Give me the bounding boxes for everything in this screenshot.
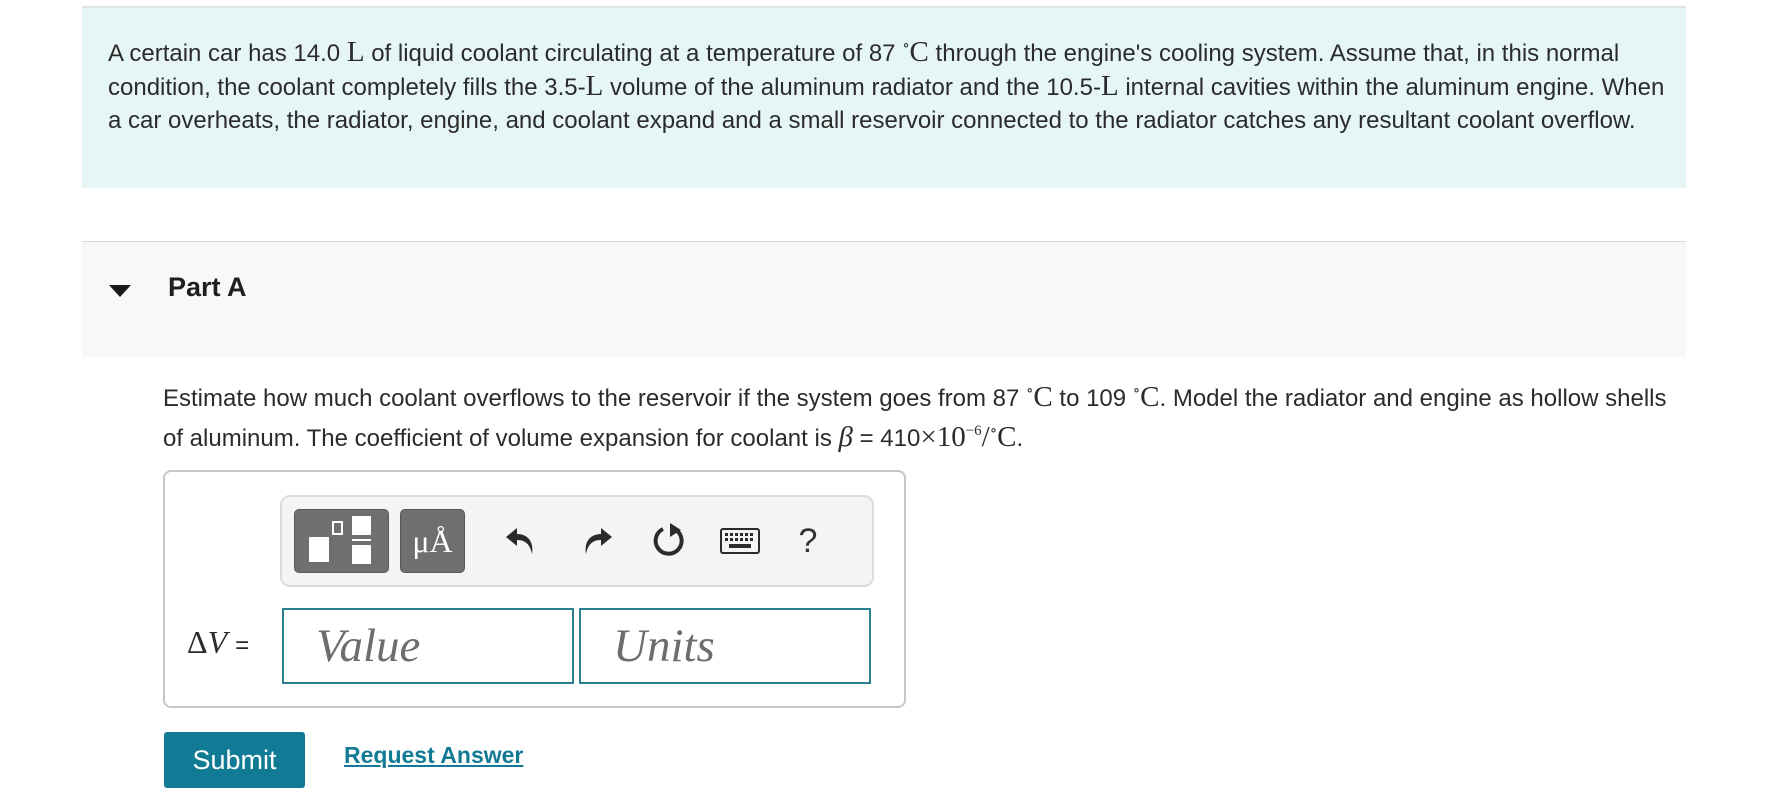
keyboard-icon — [720, 528, 760, 554]
submit-button[interactable]: Submit — [164, 732, 305, 788]
part-a-header[interactable]: Part A — [82, 241, 1686, 357]
problem-statement-panel: A certain car has 14.0 L of liquid coola… — [82, 6, 1686, 188]
question-text: Estimate how much coolant overflows to t… — [163, 381, 1667, 453]
problem-statement: A certain car has 14.0 L of liquid coola… — [108, 36, 1665, 134]
reset-icon — [653, 523, 684, 556]
keyboard-button[interactable] — [712, 511, 768, 571]
answer-box: μÅ ? ΔV = Value Units — [163, 470, 906, 708]
reset-button[interactable] — [642, 511, 698, 571]
value-input[interactable] — [282, 608, 574, 684]
part-title: Part A — [168, 272, 247, 302]
units-input[interactable] — [579, 608, 871, 684]
redo-button[interactable] — [568, 511, 624, 571]
templates-icon — [309, 516, 371, 564]
help-icon[interactable]: ? — [780, 511, 836, 571]
redo-icon — [585, 528, 612, 554]
answer-label: ΔV = — [187, 624, 250, 660]
undo-button[interactable] — [494, 511, 550, 571]
math-toolbar: μÅ ? — [280, 495, 874, 587]
caret-down-icon[interactable] — [109, 285, 131, 297]
request-answer-link[interactable]: Request Answer — [344, 742, 523, 769]
units-button[interactable]: μÅ — [400, 509, 465, 573]
undo-icon — [506, 528, 533, 554]
templates-button[interactable] — [294, 509, 389, 573]
